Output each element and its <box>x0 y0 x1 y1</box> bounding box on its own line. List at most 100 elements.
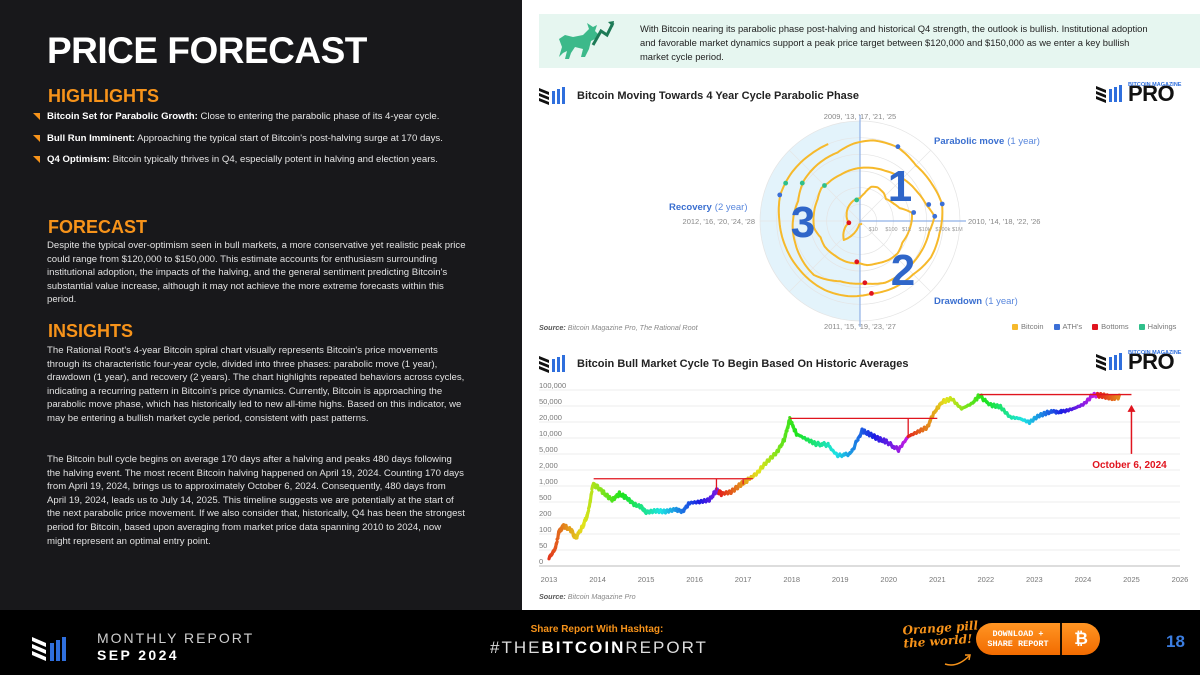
hashtag-prefix: #THE <box>490 638 542 657</box>
radial-tick-label: $10 <box>869 227 878 233</box>
phase-label-recovery: Recovery (2 year) <box>669 202 748 213</box>
y-tick-label: 1,000 <box>539 477 558 486</box>
legend-swatch <box>1138 324 1145 330</box>
bull-chart-icon <box>559 21 615 59</box>
legend-item-bottoms[interactable]: Bottoms <box>1092 322 1129 331</box>
x-tick-label: 2015 <box>638 575 655 584</box>
insights-paragraph-2: The Bitcoin bull cycle begins on average… <box>47 454 465 547</box>
x-tick-label: 2022 <box>978 575 995 584</box>
legend-label: Halvings <box>1147 322 1177 331</box>
y-tick-label: 20,000 <box>539 413 562 422</box>
bm-pro-logo: BITCOIN MAGAZINE PRO <box>1096 82 1181 105</box>
insights-heading: INSIGHTS <box>48 321 134 341</box>
legend-label: Bottoms <box>1101 322 1129 331</box>
spiral-chart: 2009, '13, '17, '21, '25 2010, '14, '18,… <box>669 112 1040 331</box>
y-tick-label: 50 <box>539 541 547 550</box>
y-tick-label: 50,000 <box>539 397 562 406</box>
legend-item-aths[interactable]: ATH's <box>1053 322 1082 331</box>
forecast-heading: FORECAST <box>48 217 147 237</box>
phase-label-drawdown: Drawdown (1 year) <box>934 296 1018 307</box>
y-tick-label: 10,000 <box>539 429 562 438</box>
phase-name: Recovery <box>669 202 712 213</box>
source-label: Source: <box>539 592 566 601</box>
ath-marker <box>932 213 938 219</box>
radial-tick-label: $1M <box>952 227 963 233</box>
highlight-title: Bull Run Imminent: <box>47 132 135 144</box>
bitcoin-icon: ₿ <box>1074 629 1088 648</box>
x-tick-label: 2024 <box>1075 575 1092 584</box>
download-share-report-button[interactable]: DOWNLOAD + SHARE REPORT ₿ <box>976 623 1100 655</box>
bottom-marker <box>854 259 860 265</box>
angular-label-top: 2009, '13, '17, '21, '25 <box>824 112 896 121</box>
y-tick-label: 0 <box>539 557 543 566</box>
highlight-title: Q4 Optimism: <box>47 154 110 166</box>
phase-label-parabolic: Parabolic move (1 year) <box>934 136 1040 147</box>
legend-swatch <box>1053 324 1060 330</box>
highlight-item: Bitcoin Set for Parabolic Growth: Close … <box>33 110 453 124</box>
annotation-label: October 6, 2024 <box>1092 460 1167 471</box>
highlight-text: Bitcoin typically thrives in Q4, especia… <box>109 154 438 166</box>
footer: MONTHLY REPORT SEP 2024 Share Report Wit… <box>0 610 1200 675</box>
phase-duration: (1 year) <box>1007 136 1040 147</box>
highlights-list: Bitcoin Set for Parabolic Growth: Close … <box>33 110 453 175</box>
phase-number-3: 3 <box>791 198 815 247</box>
bottom-marker <box>846 220 852 226</box>
phase-name: Drawdown <box>934 296 982 307</box>
page-number: 18 <box>1166 632 1185 651</box>
halving-marker <box>854 197 860 203</box>
legend-label: Bitcoin <box>1021 322 1044 331</box>
x-tick-label: 2018 <box>783 575 800 584</box>
highlight-item: Bull Run Imminent: Approaching the typic… <box>33 132 453 146</box>
insights-paragraph-1: The Rational Root's 4-year Bitcoin spira… <box>47 345 465 424</box>
y-tick-label: 100,000 <box>539 381 566 390</box>
pro-logo-small-text: BITCOIN MAGAZINE <box>1128 82 1182 88</box>
spiral-chart-source: Source: Bitcoin Magazine Pro, The Ration… <box>539 323 698 332</box>
bullet-marker-icon <box>33 113 40 120</box>
radial-tick-label: $10k <box>919 227 931 233</box>
bottom-marker <box>869 291 874 296</box>
y-tick-label: 500 <box>539 493 552 502</box>
download-line-2: SHARE REPORT <box>987 639 1049 649</box>
ath-marker <box>939 201 945 207</box>
highlight-text: Approaching the typical start of Bitcoin… <box>134 132 443 144</box>
cycle-chart: 0 50 100 200 500 1,000 2,000 5,000 10,000 20,000 5… <box>539 381 1189 584</box>
spiral-chart-title: Bitcoin Moving Towards 4 Year Cycle Para… <box>577 90 860 102</box>
phase-duration: (2 year) <box>715 202 748 213</box>
legend-swatch <box>1092 324 1099 330</box>
x-tick-label: 2021 <box>929 575 946 584</box>
price-segment <box>589 489 594 497</box>
halving-marker <box>783 180 789 186</box>
spiral-chart-header: Bitcoin Moving Towards 4 Year Cycle Para… <box>539 86 859 106</box>
source-text: Bitcoin Magazine Pro, The Rational Root <box>567 323 698 332</box>
bm-logo-icon <box>1096 353 1122 371</box>
legend-item-bitcoin[interactable]: Bitcoin <box>1012 322 1044 331</box>
bm-logo-icon <box>1096 85 1122 103</box>
angular-label-bottom: 2011, '15, '19, '23, '27 <box>824 322 896 331</box>
download-line-1: DOWNLOAD + <box>992 629 1044 639</box>
highlight-item: Q4 Optimism: Bitcoin typically thrives i… <box>33 153 453 167</box>
angular-label-right: 2010, '14, '18, '22, '26 <box>968 217 1040 226</box>
price-segment <box>586 508 591 515</box>
price-segment <box>890 444 896 449</box>
x-tick-label: 2026 <box>1172 575 1189 584</box>
ath-marker <box>777 192 783 198</box>
ath-marker <box>895 144 901 150</box>
y-tick-label: 100 <box>539 525 552 534</box>
x-tick-label: 2014 <box>589 575 606 584</box>
orange-pill-tagline: Orange pill the world! <box>902 618 979 650</box>
x-tick-label: 2025 <box>1123 575 1140 584</box>
cycle-chart-title: Bitcoin Bull Market Cycle To Begin Based… <box>577 358 909 370</box>
phase-duration: (1 year) <box>985 296 1018 307</box>
phase-number-2: 2 <box>891 246 915 295</box>
halving-marker <box>822 183 827 188</box>
highlights-heading: HIGHLIGHTS <box>48 86 159 106</box>
x-tick-label: 2013 <box>541 575 558 584</box>
legend-swatch <box>1012 324 1018 330</box>
legend-item-halvings[interactable]: Halvings <box>1138 322 1177 331</box>
page-title: PRICE FORECAST <box>47 30 367 71</box>
curved-arrow-icon <box>944 654 971 666</box>
pro-logo-small-text: BITCOIN MAGAZINE <box>1128 350 1182 356</box>
bullet-marker-icon <box>33 134 40 142</box>
x-tick-label: 2023 <box>1026 575 1043 584</box>
highlight-title: Bitcoin Set for Parabolic Growth: <box>47 111 198 122</box>
